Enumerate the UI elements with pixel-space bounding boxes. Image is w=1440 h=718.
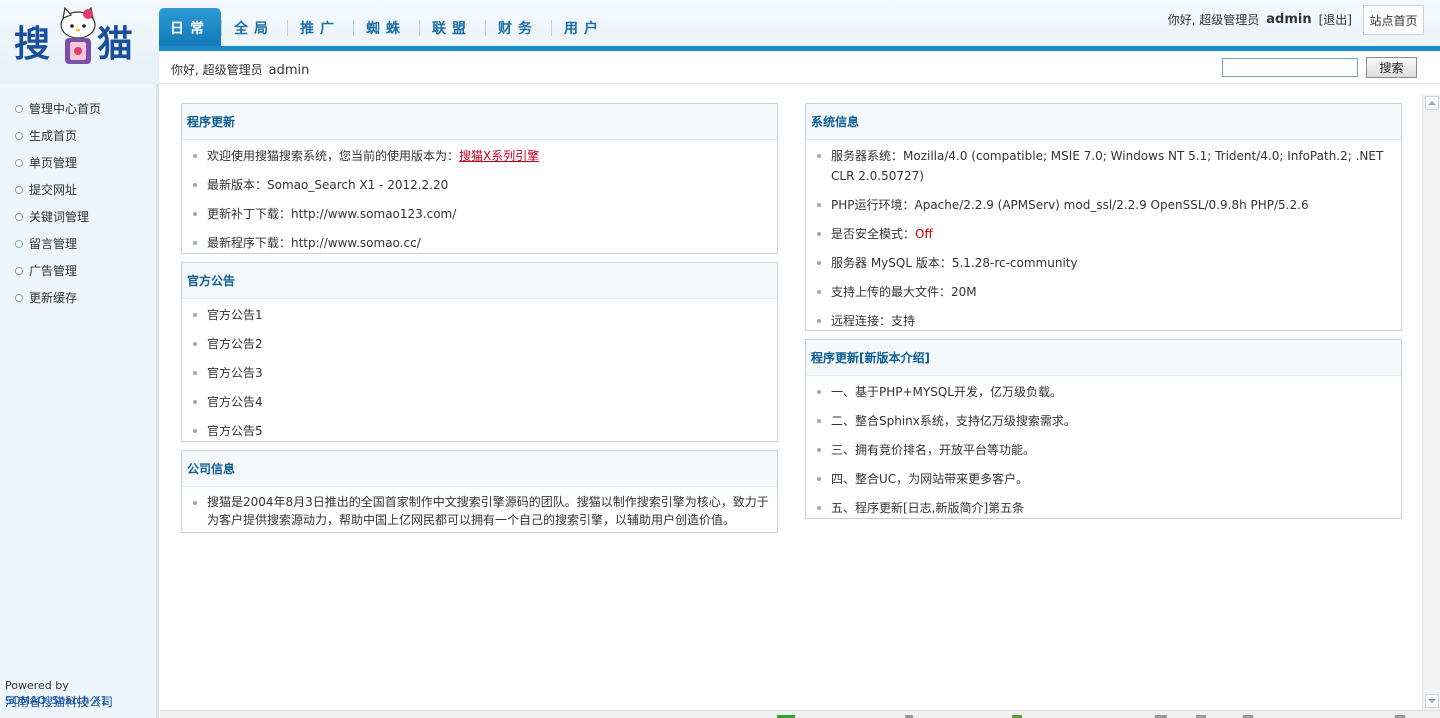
nav-tab-users[interactable]: 用户 [551,8,617,48]
announcement-item[interactable]: 官方公告3 [182,363,777,383]
list-item-patch-download: 更新补丁下载：http://www.somao123.com/ [182,204,777,224]
sidebar-item-messages[interactable]: 留言管理 [0,230,156,257]
sub-toolbar: 你好, 超级管理员 admin 搜索 [159,51,1440,84]
panel-new-version-intro: 程序更新[新版本介绍] 一、基于PHP+MYSQL开发，亿万级负载。 二、整合S… [805,339,1402,519]
feature-item: 一、基于PHP+MYSQL开发，亿万级负载。 [806,382,1401,402]
panel-company-info: 公司信息 搜猫是2004年8月3日推出的全国首家制作中文搜索引擎源码的团队。搜猫… [181,450,778,533]
circle-bullet-icon [15,158,23,167]
panel-title: 程序更新[新版本介绍] [806,340,1401,376]
list-item-max-upload: 支持上传的最大文件：20M [806,282,1401,302]
vertical-scrollbar[interactable] [1422,94,1440,710]
sidebar-item-label: 生成首页 [29,129,78,143]
welcome-text: 欢迎使用搜猫搜索系统，您当前的使用版本为： [207,149,460,163]
panel-system-info: 系统信息 服务器系统：Mozilla/4.0 (compatible; MSIE… [805,103,1402,331]
hello-kitty-icon [60,6,96,64]
top-user-info: 你好, 超级管理员 admin [退出] [1168,11,1352,28]
sidebar-item-admin-home[interactable]: 管理中心首页 [0,95,156,122]
sidebar-menu: 管理中心首页 生成首页 单页管理 提交网址 关键词管理 留言管理 广告管理 更新… [0,95,156,311]
sidebar-item-ads[interactable]: 广告管理 [0,257,156,284]
list-item-welcome: 欢迎使用搜猫搜索系统，您当前的使用版本为：搜猫X系列引擎 [182,146,777,166]
sub-username: admin [268,63,310,78]
top-username: admin [1266,12,1312,27]
panel-title: 系统信息 [806,104,1401,140]
nav-tab-spider[interactable]: 蜘蛛 [353,8,419,48]
company-link[interactable]: 河南省搜猫科技公司 [5,693,113,710]
feature-item: 三、拥有竞价排名，开放平台等功能。 [806,440,1401,460]
list-item-safe-mode: 是否安全模式：Off [806,224,1401,244]
circle-bullet-icon [15,266,23,275]
circle-bullet-icon [15,131,23,140]
feature-item: 二、整合Sphinx系统，支持亿万级搜索需求。 [806,411,1401,431]
logo-char-mao: 猫 [97,23,134,65]
sidebar-item-label: 广告管理 [29,264,78,278]
list-item-latest-version: 最新版本：Somao_Search X1 - 2012.2.20 [182,175,777,195]
announcement-item[interactable]: 官方公告5 [182,421,777,441]
company-description: 搜猫是2004年8月3日推出的全国首家制作中文搜索引擎源码的团队。搜猫以制作搜索… [182,493,777,529]
panel-title: 公司信息 [182,451,777,487]
sidebar-item-label: 管理中心首页 [29,102,102,116]
circle-bullet-icon [15,185,23,194]
sidebar-item-label: 提交网址 [29,183,78,197]
site-home-button[interactable]: 站点首页 [1363,5,1424,35]
nav-tab-promotion[interactable]: 推广 [287,8,353,48]
sub-greeting-text: 你好, 超级管理员 [171,63,263,77]
nav-tab-alliance[interactable]: 联盟 [419,8,485,48]
logo-char-sou: 搜 [14,23,51,65]
status-bar [160,710,1440,718]
list-item-program-download: 最新程序下载：http://www.somao.cc/ [182,233,777,253]
logo[interactable]: 搜 猫 [0,0,159,84]
panel-program-update: 程序更新 欢迎使用搜猫搜索系统，您当前的使用版本为：搜猫X系列引擎 最新版本：S… [181,103,778,254]
announcement-item[interactable]: 官方公告2 [182,334,777,354]
search-button[interactable]: 搜索 [1366,57,1417,78]
circle-bullet-icon [15,239,23,248]
sidebar-item-keywords[interactable]: 关键词管理 [0,203,156,230]
announcement-item[interactable]: 官方公告4 [182,392,777,412]
sidebar-item-single-page[interactable]: 单页管理 [0,149,156,176]
main-content: 程序更新 欢迎使用搜猫搜索系统，您当前的使用版本为：搜猫X系列引擎 最新版本：S… [162,84,1422,710]
panel-title: 程序更新 [182,104,777,140]
main-nav: 日常 全局 推广 蜘蛛 联盟 财务 用户 [159,8,617,48]
sidebar-item-submit-url[interactable]: 提交网址 [0,176,156,203]
circle-bullet-icon [15,104,23,113]
search-input[interactable] [1222,58,1358,77]
nav-tab-daily[interactable]: 日常 [159,8,221,48]
sidebar-item-refresh-cache[interactable]: 更新缓存 [0,284,156,311]
top-greeting: 你好, 超级管理员 [1167,13,1260,27]
announcement-item[interactable]: 官方公告1 [182,305,777,325]
panel-title: 官方公告 [182,263,777,299]
sidebar-item-label: 留言管理 [29,237,78,251]
safe-mode-value: Off [915,227,933,241]
list-item-server-os: 服务器系统：Mozilla/4.0 (compatible; MSIE 7.0;… [806,146,1401,186]
sidebar-item-label: 关键词管理 [29,210,90,224]
feature-item: 五、程序更新[日志,新版简介]第五条 [806,498,1401,518]
nav-tab-global[interactable]: 全局 [221,8,287,48]
nav-tab-finance[interactable]: 财务 [485,8,551,48]
safe-mode-label: 是否安全模式： [831,227,916,241]
logout-link[interactable]: [退出] [1319,11,1352,28]
list-item-mysql-version: 服务器 MySQL 版本：5.1.28-rc-community [806,253,1401,273]
feature-item: 四、整合UC，为网站带来更多客户。 [806,469,1401,489]
circle-bullet-icon [15,293,23,302]
list-item-php-env: PHP运行环境：Apache/2.2.9 (APMServ) mod_ssl/2… [806,195,1401,215]
list-item-remote-connect: 远程连接：支持 [806,311,1401,331]
circle-bullet-icon [15,212,23,221]
powered-prefix: Powered by [5,679,69,692]
version-link[interactable]: 搜猫X系列引擎 [459,149,539,163]
sidebar-item-label: 更新缓存 [29,291,78,305]
scroll-down-icon[interactable] [1425,694,1439,708]
sidebar: 管理中心首页 生成首页 单页管理 提交网址 关键词管理 留言管理 广告管理 更新… [0,84,159,718]
panel-announcements: 官方公告 官方公告1 官方公告2 官方公告3 官方公告4 官方公告5 [181,262,778,442]
scroll-up-icon[interactable] [1425,96,1439,110]
sidebar-item-generate-home[interactable]: 生成首页 [0,122,156,149]
sidebar-item-label: 单页管理 [29,156,78,170]
sub-greeting: 你好, 超级管理员 admin [171,61,309,78]
